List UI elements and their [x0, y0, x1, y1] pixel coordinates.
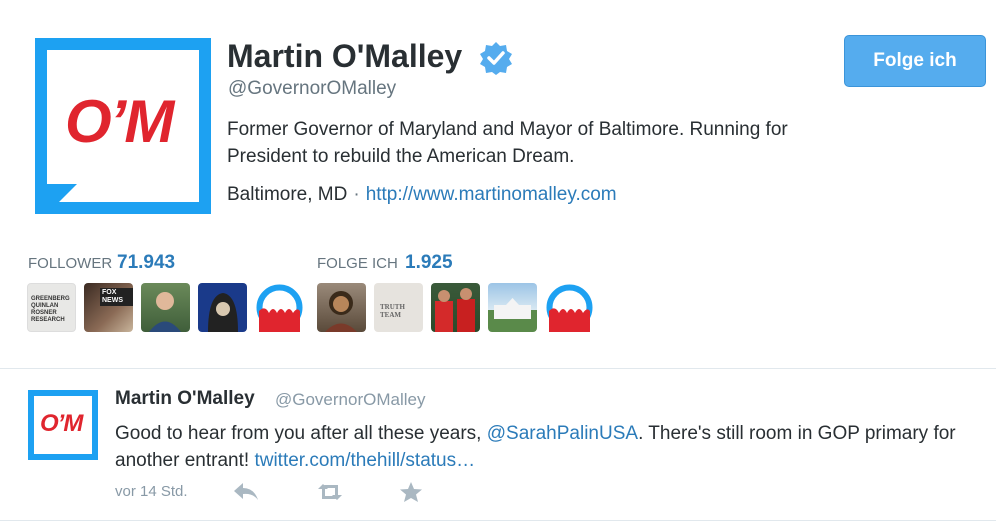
- soccer-players-icon: [435, 288, 475, 332]
- avatar-logo-text: O’M: [65, 88, 174, 155]
- tweet-timestamp[interactable]: vor 14 Std.: [115, 483, 188, 500]
- following-thumb-omalley-logo[interactable]: [545, 283, 594, 332]
- tweet-author-name[interactable]: Martin O'Malley: [115, 388, 255, 410]
- hooded-figure-icon: [208, 293, 238, 332]
- profile-meta: Baltimore, MD · http://www.martinomalley.c…: [227, 184, 617, 206]
- following-label[interactable]: FOLGE ICH: [317, 255, 398, 272]
- star-icon[interactable]: [397, 480, 425, 504]
- verified-badge-icon: [480, 42, 512, 75]
- following-thumb-soccer-team[interactable]: [431, 283, 480, 332]
- person-silhouette-icon: [149, 292, 181, 332]
- thumb-text: TRUTH TEAM: [380, 303, 405, 319]
- person-silhouette-icon: [325, 291, 357, 332]
- tweet-avatar[interactable]: O’M: [28, 390, 98, 460]
- thumb-text: FOX NEWS: [100, 288, 133, 306]
- follower-thumb-omalley-logo[interactable]: [255, 283, 304, 332]
- follower-thumb-hooded-figure[interactable]: [198, 283, 247, 332]
- profile-handle[interactable]: @GovernorOMalley: [228, 78, 396, 100]
- profile-name[interactable]: Martin O'Malley: [227, 38, 462, 75]
- profile-bio: Former Governor of Maryland and Mayor of…: [227, 119, 788, 167]
- following-thumbnails: TRUTH TEAM: [317, 283, 594, 332]
- thumb-text: GREENBERG QUINLAN ROSNER RESEARCH: [31, 296, 70, 323]
- meta-separator: ·: [353, 184, 360, 205]
- section-divider: [0, 368, 996, 369]
- following-thumb-truth-team[interactable]: TRUTH TEAM: [374, 283, 423, 332]
- retweet-icon[interactable]: [316, 480, 344, 504]
- profile-avatar[interactable]: O’M: [35, 38, 211, 214]
- followers-label[interactable]: FOLLOWER: [28, 255, 112, 272]
- follower-thumb-greenberg[interactable]: GREENBERG QUINLAN ROSNER RESEARCH: [27, 283, 76, 332]
- following-count[interactable]: 1.925: [405, 252, 453, 274]
- follow-button[interactable]: Folge ich: [844, 35, 986, 87]
- follower-thumb-fox-news[interactable]: FOX NEWS: [84, 283, 133, 332]
- following-thumb-white-house[interactable]: [488, 283, 537, 332]
- avatar-speech-tail: [47, 184, 77, 214]
- white-house-icon: [494, 298, 531, 319]
- followers-count[interactable]: 71.943: [117, 252, 175, 274]
- tweet-url-link[interactable]: twitter.com/thehill/status…: [254, 450, 475, 471]
- profile-location: Baltimore, MD: [227, 184, 348, 205]
- section-divider: [0, 520, 996, 521]
- tweet-mention-link[interactable]: @SarahPalinUSA: [487, 423, 638, 444]
- tweet-author-handle[interactable]: @GovernorOMalley: [275, 390, 425, 410]
- avatar-logo-text: O’M: [40, 410, 83, 437]
- follower-thumb-man-portrait[interactable]: [141, 283, 190, 332]
- tweet-text: Good to hear from you after all these ye…: [115, 420, 975, 474]
- following-thumb-woman-portrait[interactable]: [317, 283, 366, 332]
- omalley-campaign-logo-icon: [256, 284, 303, 332]
- profile-url-link[interactable]: http://www.martinomalley.com: [366, 184, 617, 205]
- reply-icon[interactable]: [232, 480, 260, 504]
- follower-thumbnails: GREENBERG QUINLAN ROSNER RESEARCH FOX NE…: [27, 283, 304, 332]
- tweet-text-part: Good to hear from you after all these ye…: [115, 423, 487, 444]
- omalley-campaign-logo-icon: [546, 284, 593, 332]
